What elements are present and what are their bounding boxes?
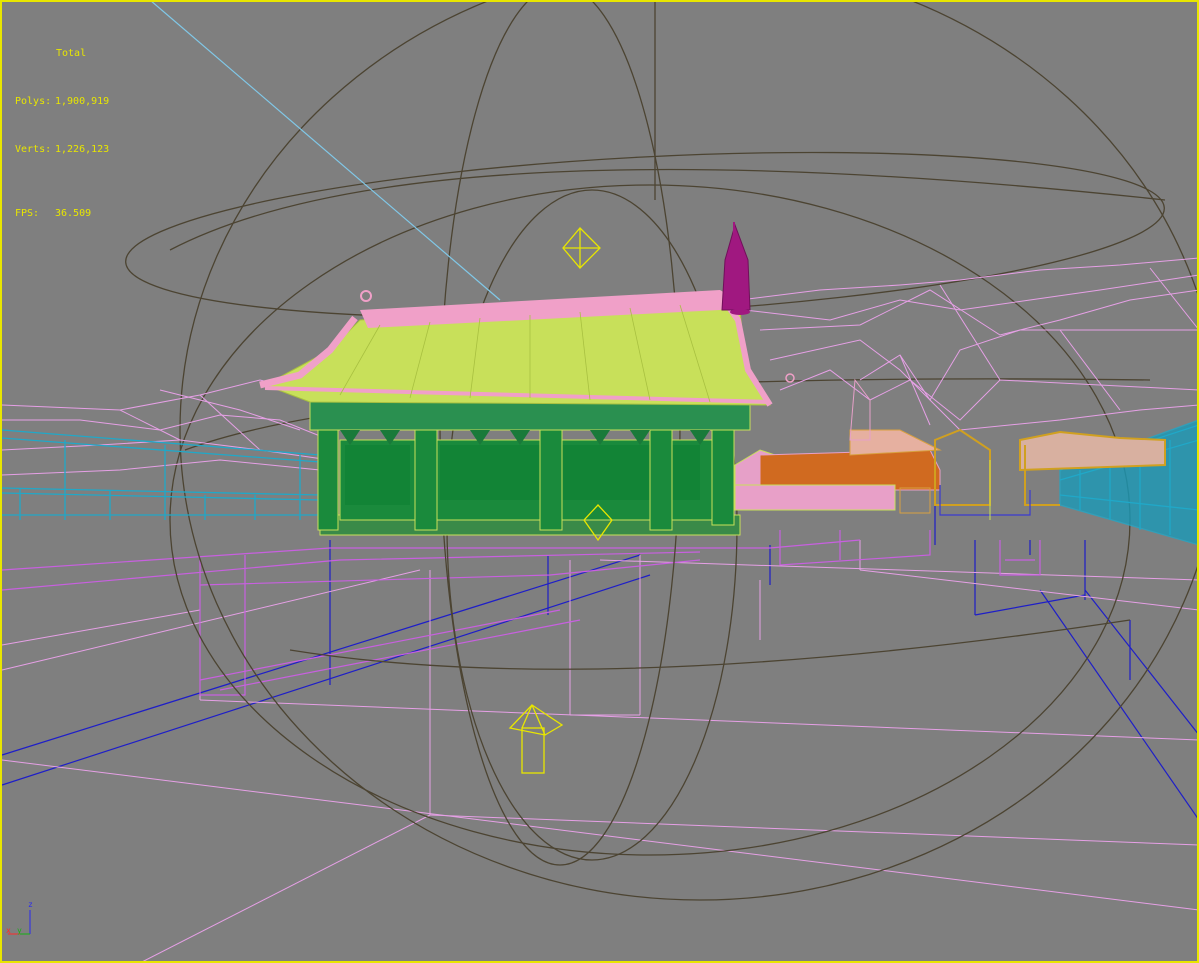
polys-label: Polys:	[15, 96, 52, 107]
axis-z-label: z	[28, 900, 33, 909]
camera-line	[149, 0, 501, 301]
main-pavilion	[259, 290, 795, 536]
terrain-ground-wire	[1, 540, 1199, 963]
scene-wireframe	[1, 0, 1199, 963]
railing-left	[1, 429, 321, 520]
verts-value: 1,226,123	[55, 144, 110, 155]
axis-tripod: z x y	[4, 900, 34, 940]
fps-value: 36.509	[55, 208, 92, 219]
perspective-viewport[interactable]: Total Polys: 1,900,919 Verts: 1,226,123 FP…	[0, 0, 1199, 963]
verts-label: Verts:	[15, 144, 52, 155]
platform-wireframe	[1, 530, 1041, 696]
viewport-statistics: Total Polys: 1,900,919 Verts: 1,226,123 FP…	[15, 14, 109, 254]
ground-grid-lines	[1, 490, 1199, 821]
axis-y-label: y	[17, 926, 22, 935]
fps-label: FPS:	[15, 208, 40, 219]
pagoda-spire	[721, 222, 751, 315]
polys-value: 1,900,919	[55, 96, 110, 107]
stats-title: Total	[56, 48, 87, 59]
axis-x-label: x	[6, 926, 11, 935]
